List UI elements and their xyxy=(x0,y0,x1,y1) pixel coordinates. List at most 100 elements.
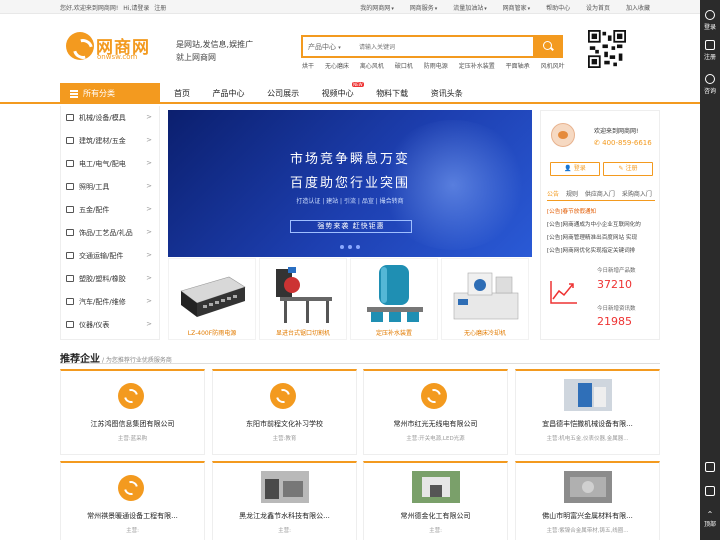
top-link-my[interactable]: 我的网商网▾ xyxy=(360,3,394,12)
company-logo-icon xyxy=(118,383,144,409)
company-card[interactable]: 常州德金化工有限公司 主营: xyxy=(363,461,508,540)
slogan-line-2: 就上网商网 xyxy=(176,53,216,62)
qr-code-icon xyxy=(588,30,626,68)
company-main: 主营: xyxy=(126,528,139,534)
category-item[interactable]: 机械/设备/模具 > xyxy=(61,106,159,129)
company-card[interactable]: 黑龙江龙鑫节水科技有限公... 主营: xyxy=(212,461,357,540)
rail-register[interactable]: 注册 xyxy=(700,40,720,61)
category-item[interactable]: 交通运输/配件 > xyxy=(61,244,159,267)
product-card[interactable]: 显进台式锯口切割机 xyxy=(259,258,347,340)
notice-item[interactable]: [公告]春节放假通知 xyxy=(547,207,655,220)
company-logo-icon xyxy=(270,383,296,409)
category-item[interactable]: 电工/电气/配电 > xyxy=(61,152,159,175)
nav-item-news[interactable]: 资讯头条 xyxy=(431,88,463,99)
tab-supplier[interactable]: 供应商入门 xyxy=(585,191,615,198)
notice-item[interactable]: [公告]网商管理精准出百度网站 实现 xyxy=(547,233,655,246)
hot-keyword[interactable]: 平面轴承 xyxy=(506,63,530,70)
nav-item-video[interactable]: 视频中心 NEW xyxy=(322,82,364,99)
side-login-button[interactable]: 👤 登录 xyxy=(550,162,600,176)
side-register-button[interactable]: ✎ 注册 xyxy=(603,162,653,176)
banner-cta[interactable]: 强势来袭 赶快钜惠 xyxy=(290,220,412,233)
product-card[interactable]: 无心磨床冷却机 xyxy=(441,258,529,340)
search-category-select[interactable]: 产品中心 ▾ xyxy=(308,42,341,52)
top-link-help[interactable]: 帮助中心 xyxy=(546,3,570,12)
register-link[interactable]: 注册 xyxy=(154,5,166,12)
chevron-right-icon: > xyxy=(146,274,152,282)
company-card[interactable]: 常州市红光无线电有限公司 主营:开关电源,LED光源 xyxy=(363,369,508,455)
company-main: 主营:开关电源,LED光源 xyxy=(406,436,465,442)
company-logo-icon xyxy=(421,383,447,409)
hot-keyword[interactable]: 定压补水装置 xyxy=(459,63,495,70)
company-name: 江苏鸿图信息集团有限公司 xyxy=(90,420,175,428)
rail-qr[interactable] xyxy=(700,486,720,498)
nav-item-home[interactable]: 首页 xyxy=(174,88,190,99)
top-link-favorite[interactable]: 加入收藏 xyxy=(626,3,650,12)
top-link-homepage[interactable]: 设为首页 xyxy=(586,3,610,12)
recommend-title: 推荐企业 xyxy=(60,354,100,365)
banner-title-1: 市场竞争瞬息万变 xyxy=(289,152,410,167)
nav-item-downloads[interactable]: 物料下载 xyxy=(376,88,408,99)
category-item[interactable]: 汽车/配件/维修 > xyxy=(61,290,159,313)
logo-icon xyxy=(66,32,94,60)
tab-buyer[interactable]: 采购商入门 xyxy=(622,191,652,198)
category-item[interactable]: 照明/工具 > xyxy=(61,175,159,198)
hot-keyword[interactable]: 离心风机 xyxy=(360,63,384,70)
company-card[interactable]: 江苏鸿图信息集团有限公司 主营:蓝采购 xyxy=(60,369,205,455)
chevron-right-icon: > xyxy=(146,136,152,144)
hot-keyword[interactable]: 无心磨床 xyxy=(325,63,349,70)
top-link-traffic[interactable]: 流量加油站▾ xyxy=(453,3,487,12)
category-item[interactable]: 五金/配件 > xyxy=(61,198,159,221)
search-button[interactable] xyxy=(533,35,563,58)
company-card[interactable]: 东阳市前程文化补习学校 主营:教育 xyxy=(212,369,357,455)
notice-item[interactable]: [公告]网商网优化实现指定关键词排 xyxy=(547,246,655,259)
top-link-manager[interactable]: 网商管家▾ xyxy=(503,3,531,12)
car-icon xyxy=(66,298,74,305)
product-card[interactable]: LZ-400F防雨电源 xyxy=(168,258,256,340)
gift-icon xyxy=(66,229,74,236)
logo-domain: onwsw.com xyxy=(97,53,138,61)
company-card[interactable]: 常州祺景暖通设备工程有限... 主营: xyxy=(60,461,205,540)
company-card[interactable]: 宜昌德丰恺撒机械设备有限... 主营:机电五金,仪表仪器,金属器... xyxy=(515,369,660,455)
all-categories-button[interactable]: 所有分类 xyxy=(60,83,160,104)
banner-title-2: 百度助您行业突围 xyxy=(289,176,410,191)
company-logo-icon xyxy=(118,475,144,501)
category-item[interactable]: 仪器/仪表 > xyxy=(61,313,159,336)
top-link-service[interactable]: 网商服务▾ xyxy=(410,3,438,12)
chevron-right-icon: > xyxy=(146,159,152,167)
nav-item-companies[interactable]: 公司展示 xyxy=(267,88,299,99)
hot-keyword[interactable]: 风机风叶 xyxy=(541,63,565,70)
nav-item-products[interactable]: 产品中心 xyxy=(213,88,245,99)
product-name: 定压补水装置 xyxy=(375,330,412,337)
stat-label-products: 今日新增产品数 xyxy=(597,268,636,274)
login-link[interactable]: Hi,请登录 xyxy=(123,5,149,12)
promo-banner[interactable]: 市场竞争瞬息万变 百度助您行业突围 打造认证 | 建站 | 引流 | 品宣 | … xyxy=(168,110,532,257)
arrow-up-icon: ⌃ xyxy=(706,510,714,519)
rail-top[interactable]: ⌃ 顶部 xyxy=(700,510,720,528)
category-item[interactable]: 饰品/工艺品/礼品 > xyxy=(61,221,159,244)
stat-value-products: 37210 xyxy=(597,278,632,291)
hot-keyword[interactable]: 防雨电源 xyxy=(424,63,448,70)
company-card[interactable]: 佛山市明富兴金属材料有限... 主营:紫镍合金属带材,铸五,线圈... xyxy=(515,461,660,540)
grinder-image xyxy=(453,272,519,320)
rail-consult[interactable]: 咨询 xyxy=(700,74,720,95)
search-input[interactable] xyxy=(359,40,529,54)
user-icon: 👤 xyxy=(564,165,572,172)
product-card[interactable]: 定压补水装置 xyxy=(350,258,438,340)
rail-phone[interactable] xyxy=(700,462,720,474)
product-name: 无心磨床冷却机 xyxy=(463,330,506,337)
tab-notice[interactable]: 公告 xyxy=(547,191,559,198)
hot-keyword[interactable]: 烘干 xyxy=(302,63,314,70)
tab-rules[interactable]: 规则 xyxy=(566,191,578,198)
banner-dot[interactable] xyxy=(348,245,352,249)
chevron-right-icon: > xyxy=(146,113,152,121)
company-main: 主营: xyxy=(278,528,291,534)
banner-dot[interactable] xyxy=(340,245,344,249)
site-logo[interactable]: 网商网 onwsw.com xyxy=(66,30,158,66)
category-item[interactable]: 建筑/建材/五金 > xyxy=(61,129,159,152)
category-item[interactable]: 塑胶/塑料/橡胶 > xyxy=(61,267,159,290)
rail-login[interactable]: 登录 xyxy=(700,10,720,31)
hot-keyword[interactable]: 破口机 xyxy=(395,63,413,70)
company-name: 黑龙江龙鑫节水科技有限公... xyxy=(239,512,330,520)
notice-item[interactable]: [公告]网商通成为中小企业互联网化的 xyxy=(547,220,655,233)
banner-dot[interactable] xyxy=(356,245,360,249)
